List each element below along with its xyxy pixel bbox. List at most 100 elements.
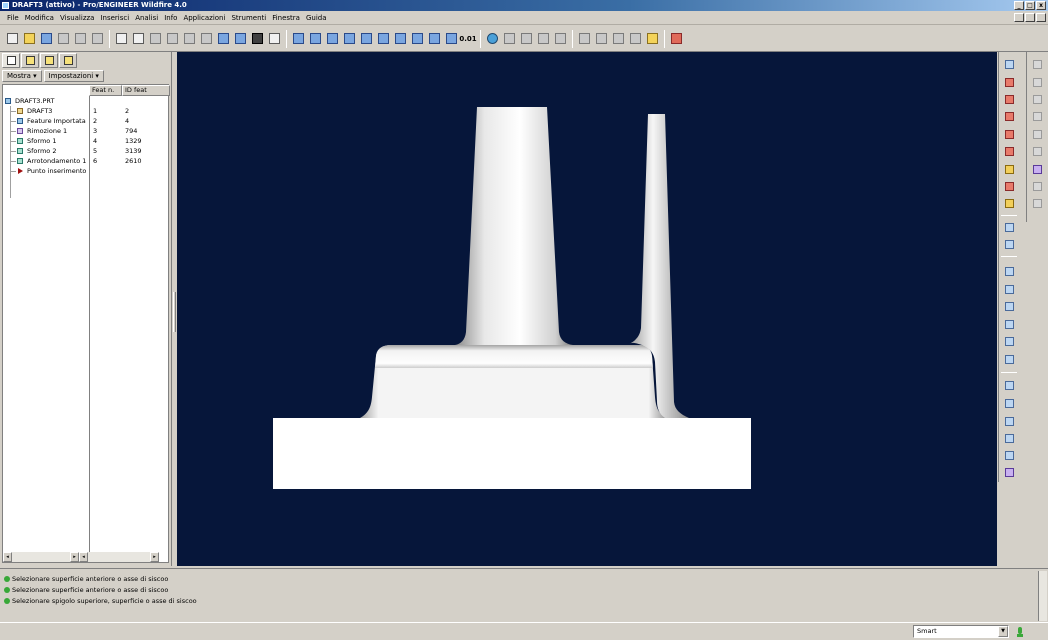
trim-icon[interactable] (1002, 431, 1016, 445)
analysis-icon[interactable] (1002, 162, 1016, 176)
orient-mode-icon[interactable] (324, 31, 340, 47)
doc-minimize-button[interactable] (1014, 13, 1024, 22)
menu-inserisci[interactable]: Inserisci (97, 11, 132, 25)
message-scrollbar[interactable] (1038, 571, 1047, 621)
tree-item-remove[interactable]: Rimozione 1 3 794 (3, 126, 170, 136)
datum-axes-icon[interactable] (593, 31, 609, 47)
boundary-blend-icon[interactable] (1030, 75, 1044, 89)
splitter-grip[interactable] (173, 292, 176, 332)
menu-modifica[interactable]: Modifica (22, 11, 57, 25)
tree-item-import-feature[interactable]: Feature Importata 2 4 (3, 116, 170, 126)
no-hidden-icon[interactable] (535, 31, 551, 47)
model-tree-tab-icon[interactable] (2, 53, 20, 68)
datum-points-icon[interactable] (610, 31, 626, 47)
print-icon[interactable] (55, 31, 71, 47)
copy-surface-icon[interactable] (1030, 109, 1044, 123)
datum-curve-icon[interactable] (1002, 109, 1016, 123)
variable-section-sweep-icon[interactable] (1030, 92, 1044, 106)
datum-csys-icon[interactable] (1002, 144, 1016, 158)
minimize-button[interactable]: _ (1014, 1, 1024, 10)
zoom-out-icon[interactable] (358, 31, 374, 47)
menu-strumenti[interactable]: Strumenti (228, 11, 269, 25)
filter-icon[interactable] (1030, 179, 1044, 193)
regenerate-icon[interactable] (215, 31, 231, 47)
scroll-right-arrow-icon[interactable]: ▸ (150, 552, 159, 562)
zoom-in-icon[interactable] (341, 31, 357, 47)
shell-icon[interactable] (1002, 282, 1016, 296)
email-icon[interactable] (72, 31, 88, 47)
datum-plane-icon[interactable] (1002, 75, 1016, 89)
favorites-tab-icon[interactable] (40, 53, 58, 68)
settings-menu-button[interactable]: Impostazioni ▾ (43, 70, 104, 82)
find-icon[interactable] (249, 31, 265, 47)
column-feat-number[interactable]: Feat n. (89, 85, 122, 96)
folder-browser-tab-icon[interactable] (21, 53, 39, 68)
doc-restore-button[interactable] (1025, 13, 1035, 22)
copy-icon[interactable] (164, 31, 180, 47)
hole-icon[interactable] (1002, 264, 1016, 278)
paste-icon[interactable] (181, 31, 197, 47)
menu-applicazioni[interactable]: Applicazioni (180, 11, 228, 25)
tree-item-datum-csys[interactable]: DRAFT3 1 2 (3, 106, 170, 116)
extrude-icon[interactable] (1002, 220, 1016, 234)
regen-manager-icon[interactable] (232, 31, 248, 47)
draft-icon[interactable] (1002, 317, 1016, 331)
offset-icon[interactable] (1030, 127, 1044, 141)
scroll-left-arrow-icon[interactable]: ◂ (79, 552, 88, 562)
base-plate[interactable] (273, 418, 751, 489)
rib-icon[interactable] (1002, 299, 1016, 313)
style-tool-icon[interactable] (1030, 57, 1044, 71)
menu-analisi[interactable]: Analisi (132, 11, 161, 25)
close-button[interactable]: x (1036, 1, 1046, 10)
maximize-button[interactable]: □ (1025, 1, 1035, 10)
selection-filter-icon[interactable] (266, 31, 282, 47)
paste-special-icon[interactable] (198, 31, 214, 47)
reorient-icon[interactable] (392, 31, 408, 47)
menu-info[interactable]: Info (161, 11, 180, 25)
chevron-down-icon[interactable]: ▼ (998, 626, 1008, 637)
view-manager-icon[interactable] (443, 31, 459, 47)
tree-horizontal-scrollbar[interactable]: ◂ ▸ ◂ ▸ (3, 552, 168, 562)
hidden-line-icon[interactable] (518, 31, 534, 47)
repaint-icon[interactable] (290, 31, 306, 47)
refit-icon[interactable] (375, 31, 391, 47)
thicken-icon[interactable] (1002, 465, 1016, 479)
appearance-icon[interactable] (484, 31, 500, 47)
doc-close-button[interactable] (1036, 13, 1046, 22)
scroll-left-arrow-icon[interactable]: ◂ (3, 552, 12, 562)
revolve-icon[interactable] (1002, 237, 1016, 251)
undo-icon[interactable] (113, 31, 129, 47)
selection-filter-select[interactable]: Smart ▼ (913, 625, 1009, 638)
regen-status-icon[interactable] (1016, 626, 1024, 638)
sketch-tool-icon[interactable] (1002, 57, 1016, 71)
show-menu-button[interactable]: Mostra ▾ (2, 70, 42, 82)
model-view[interactable] (177, 52, 997, 566)
menu-file[interactable]: File (4, 11, 22, 25)
datum-axis-icon[interactable] (1002, 92, 1016, 106)
graphics-window[interactable] (177, 52, 997, 566)
shading-icon[interactable] (552, 31, 568, 47)
cut-icon[interactable] (147, 31, 163, 47)
open-folder-icon[interactable] (21, 31, 37, 47)
project-icon[interactable] (1030, 144, 1044, 158)
sketched-curve-icon[interactable] (1002, 179, 1016, 193)
mirror-icon[interactable] (1002, 396, 1016, 410)
saved-views-icon[interactable] (409, 31, 425, 47)
layers-icon[interactable] (426, 31, 442, 47)
chamfer-icon[interactable] (1002, 352, 1016, 366)
connections-tab-icon[interactable] (59, 53, 77, 68)
user-defined-feature-icon[interactable] (1002, 196, 1016, 210)
scroll-right-arrow-icon[interactable]: ▸ (70, 552, 79, 562)
menu-finestra[interactable]: Finestra (269, 11, 303, 25)
note-icon[interactable] (1030, 196, 1044, 210)
annotation-icon[interactable] (644, 31, 660, 47)
solidify-icon[interactable] (1030, 162, 1044, 176)
datum-point-icon[interactable] (1002, 127, 1016, 141)
extend-icon[interactable] (1002, 448, 1016, 462)
round-icon[interactable] (1002, 334, 1016, 348)
tall-post[interactable] (455, 107, 573, 345)
wireframe-icon[interactable] (501, 31, 517, 47)
column-feat-id[interactable]: ID feat (122, 85, 170, 96)
datum-planes-icon[interactable] (576, 31, 592, 47)
context-help-icon[interactable] (668, 31, 684, 47)
